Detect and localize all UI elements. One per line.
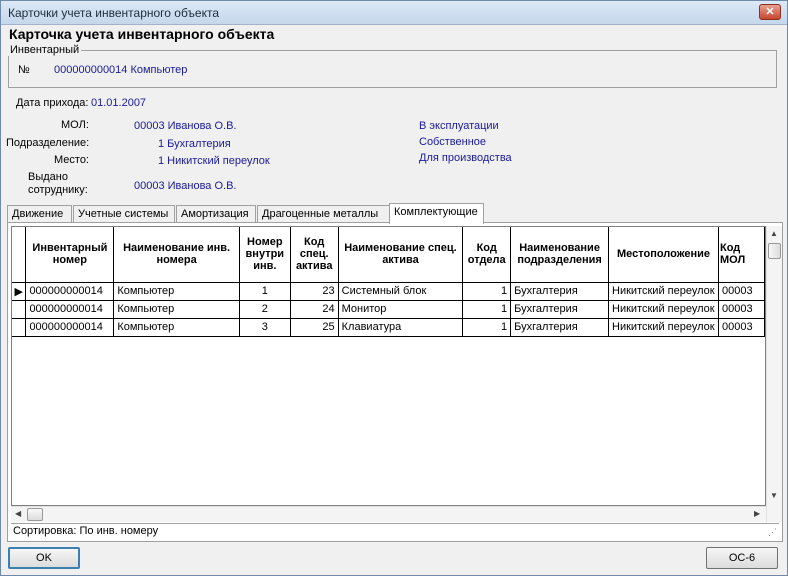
table-cell[interactable]: Никитский переулок <box>608 300 720 319</box>
horizontal-scroll-thumb[interactable] <box>27 508 43 521</box>
department-value: 1 Бухгалтерия <box>158 138 231 150</box>
tab-panel-components: Инвентарный номер Наименование инв. номе… <box>7 222 783 542</box>
table-cell[interactable]: Монитор <box>338 300 464 319</box>
status-ownership: Собственное <box>419 136 486 148</box>
resize-grip-icon[interactable]: ⋰ <box>768 527 777 538</box>
inventory-group-legend: Инвентарный <box>8 44 82 56</box>
scroll-up-icon[interactable]: ▲ <box>770 229 778 238</box>
app-window: Карточки учета инвентарного объекта ✕ Ка… <box>0 0 788 576</box>
mol-value: 00003 Иванова О.В. <box>134 120 237 132</box>
table-cell[interactable]: 2 <box>239 300 291 319</box>
table-cell[interactable]: 1 <box>462 300 512 319</box>
table-cell[interactable]: 25 <box>290 318 339 337</box>
table-cell[interactable]: 1 <box>462 318 512 337</box>
table-cell[interactable]: 000000000014 <box>25 300 115 319</box>
row-indicator <box>12 318 27 337</box>
row-indicator <box>12 300 27 319</box>
window-title: Карточки учета инвентарного объекта <box>8 6 220 20</box>
place-label: Место: <box>54 154 89 166</box>
column-header[interactable]: Инвентарный номер <box>25 227 115 283</box>
column-header[interactable]: Код отдела <box>462 227 512 283</box>
grid-status-bar: Сортировка: По инв. номеру ⋰ <box>11 523 779 539</box>
tab-precious-metals[interactable]: Драгоценные металлы <box>257 205 390 223</box>
column-header[interactable]: Местоположение <box>608 227 720 283</box>
department-label: Подразделение: <box>6 137 90 149</box>
close-button[interactable]: ✕ <box>759 4 781 20</box>
table-cell[interactable]: 1 <box>462 282 512 301</box>
table-cell[interactable]: Никитский переулок <box>608 318 720 337</box>
vertical-scroll-thumb[interactable] <box>768 243 781 259</box>
scroll-right-icon[interactable]: ▶ <box>754 509 760 518</box>
close-icon: ✕ <box>765 6 775 18</box>
table-cell[interactable]: 23 <box>290 282 339 301</box>
mol-label: МОЛ: <box>61 119 89 131</box>
issued-label-line1: Выдано <box>28 171 68 183</box>
table-cell[interactable]: Системный блок <box>338 282 464 301</box>
table-cell[interactable]: 3 <box>239 318 291 337</box>
page-title: Карточка учета инвентарного объекта <box>9 26 275 42</box>
table-cell[interactable]: Компьютер <box>113 318 240 337</box>
arrival-date-value: 01.01.2007 <box>91 97 147 109</box>
table-cell[interactable]: 1 <box>239 282 291 301</box>
grid-header-row: Инвентарный номер Наименование инв. номе… <box>12 227 765 283</box>
current-row-icon: ▶ <box>12 282 27 301</box>
inventory-number-value: 000000000014 Компьютер <box>54 64 188 76</box>
table-row[interactable]: ▶ 000000000014 Компьютер 1 23 Системный … <box>12 282 765 301</box>
table-cell[interactable]: Компьютер <box>113 282 240 301</box>
table-cell[interactable]: 000000000014 <box>25 318 115 337</box>
table-cell[interactable]: Компьютер <box>113 300 240 319</box>
os6-button[interactable]: ОС-6 <box>706 547 778 569</box>
column-header[interactable]: Наименование спец. актива <box>338 227 464 283</box>
sort-status-text: Сортировка: По инв. номеру <box>13 525 159 537</box>
column-header[interactable]: Код спец. актива <box>290 227 339 283</box>
column-header[interactable]: Наименование подразделения <box>510 227 610 283</box>
column-header[interactable]: Код МОЛ <box>718 227 765 283</box>
table-cell[interactable]: Никитский переулок <box>608 282 720 301</box>
table-cell[interactable]: Бухгалтерия <box>510 282 610 301</box>
vertical-scrollbar[interactable]: ▲ ▼ <box>766 226 782 522</box>
row-indicator-header <box>12 227 27 283</box>
tab-accounting-systems[interactable]: Учетные системы <box>73 205 175 223</box>
scroll-left-icon[interactable]: ◀ <box>15 509 21 518</box>
table-cell[interactable]: 00003 <box>718 318 765 337</box>
place-value: 1 Никитский переулок <box>158 155 270 167</box>
table-cell[interactable]: 00003 <box>718 300 765 319</box>
table-cell[interactable]: 00003 <box>718 282 765 301</box>
table-cell[interactable]: Бухгалтерия <box>510 318 610 337</box>
issued-label-line2: сотруднику: <box>28 184 88 196</box>
table-cell[interactable]: 24 <box>290 300 339 319</box>
column-header[interactable]: Номер внутри инв. <box>239 227 291 283</box>
components-grid[interactable]: Инвентарный номер Наименование инв. номе… <box>11 226 766 506</box>
scroll-down-icon[interactable]: ▼ <box>770 491 778 500</box>
arrival-date-label: Дата прихода: <box>16 97 89 109</box>
table-row[interactable]: 000000000014 Компьютер 2 24 Монитор 1 Бу… <box>12 300 765 319</box>
tab-depreciation[interactable]: Амортизация <box>176 205 256 223</box>
issued-value: 00003 Иванова О.В. <box>134 180 237 192</box>
tab-movement[interactable]: Движение <box>7 205 72 223</box>
table-cell[interactable]: Бухгалтерия <box>510 300 610 319</box>
title-bar[interactable]: Карточки учета инвентарного объекта ✕ <box>1 1 787 25</box>
tab-components[interactable]: Комплектующие <box>389 203 484 224</box>
status-operation: В эксплуатации <box>419 120 499 132</box>
tab-bar: Движение Учетные системы Амортизация Дра… <box>7 203 783 224</box>
status-purpose: Для производства <box>419 152 512 164</box>
inventory-number-label: № <box>18 64 30 76</box>
column-header[interactable]: Наименование инв. номера <box>113 227 240 283</box>
table-cell[interactable]: Клавиатура <box>338 318 464 337</box>
table-row[interactable]: 000000000014 Компьютер 3 25 Клавиатура 1… <box>12 318 765 337</box>
components-table: Инвентарный номер Наименование инв. номе… <box>12 227 765 337</box>
ok-button[interactable]: OK <box>8 547 80 569</box>
table-cell[interactable]: 000000000014 <box>25 282 115 301</box>
horizontal-scrollbar[interactable]: ◀ ▶ <box>11 506 766 522</box>
